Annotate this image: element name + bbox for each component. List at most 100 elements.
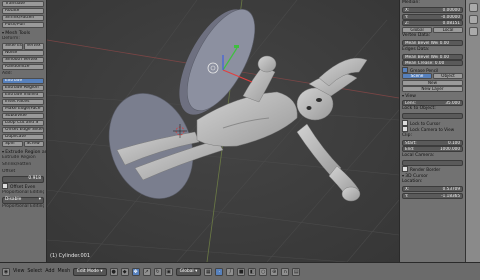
chevron-down-icon: ▾ [195,268,198,274]
operator-item-extrude-region: Extrude Region [2,155,36,161]
render-border-checkbox[interactable]: Render Border [402,166,463,172]
face-select-icon[interactable]: ■ [237,267,246,276]
cursor-x-label: X: [405,186,410,191]
scale-manipulator-icon[interactable]: ▣ [164,267,173,276]
loop-cut-button[interactable]: Loop Cut and S [2,119,44,127]
mesh-tools-header[interactable]: Mesh Tools [0,29,46,36]
noise-button[interactable]: Noise [2,50,44,57]
lens-value: 35.000 [445,99,460,105]
screw-button[interactable]: Screw [23,140,44,148]
edge-select-icon[interactable]: / [226,267,235,276]
rotate-manipulator-icon[interactable]: ↻ [153,267,162,276]
local-button[interactable]: Local [433,26,463,33]
operator-item-shrink-fatten: Shrink/Fatten [2,162,32,168]
side-strip [465,0,480,262]
pivot-icon[interactable]: ◆ [120,267,129,276]
vertex-data-header: Vertex Data: [402,33,431,38]
magnet-icon[interactable]: ∩ [281,267,290,276]
lock-to-object-label: Lock to Object: [402,106,436,111]
extrude-individual-button[interactable]: Extrude Individ [2,92,44,99]
3d-viewport[interactable]: (1) Cylinder.001 [47,0,399,262]
grease-pencil-toggle[interactable]: Grease Pencil [402,67,463,73]
location-label: Location: [402,179,423,184]
menu-add[interactable]: Add [45,269,54,274]
global-button[interactable]: Global [402,26,432,33]
vertex-bevel-weight-field[interactable]: Mean Bevel Wei 0.00 [402,40,463,46]
plus-icon[interactable] [468,3,478,12]
clip-start-field[interactable]: Start: 0.100 [402,139,463,146]
spin-button[interactable]: Spin [2,140,23,148]
subdivide-button[interactable]: Subdivide [2,112,44,120]
translate-manipulator-icon[interactable]: ↗ [142,267,151,276]
snap-icon[interactable]: ⊕ [270,267,279,276]
panel-icon[interactable] [468,27,478,36]
layers-icon[interactable]: ▦ [204,267,213,276]
lock-camera-checkbox[interactable]: Lock Camera to View [402,126,463,132]
menu-view[interactable]: View [13,269,24,274]
shrink-fatten-button[interactable]: Shrink/Fatten [2,14,44,21]
median-y-value: -0.00000 [441,13,460,19]
randomize-button[interactable]: Randomize [2,64,44,71]
edge-bevel-weight-field[interactable]: Mean Bevel Wei 0.00 [402,53,463,60]
rotate-button[interactable]: Rotate [2,7,44,14]
local-camera-label: Local Camera: [402,152,435,158]
clip-start-value: 0.100 [448,139,460,145]
offset-edge-slide-button[interactable]: Offset Edge Slide [2,126,44,134]
median-z-value: 0.08151 [442,20,460,25]
cursor-y-field[interactable]: Y: -1.18365 [402,192,463,199]
gp-scene-tab[interactable]: Scene [402,73,432,79]
translate-button[interactable]: Translate [2,0,44,7]
median-x-value: 0.00000 [442,7,460,12]
vertex-select-icon[interactable]: · [215,267,224,276]
duplicate-button[interactable]: Duplicate [2,133,44,141]
median-z-label: Z: [405,20,410,25]
extrude-region-button[interactable]: Extrude Region [2,85,44,92]
editor-type-icon[interactable]: ◉ [2,267,10,276]
operator-panel-header[interactable]: Extrude Region an [0,148,46,155]
view-header[interactable]: View [400,93,465,100]
smooth-vertex-button[interactable]: Smooth Vertex [2,57,44,64]
extrude-button[interactable]: Extrude [2,78,44,85]
shading-icon[interactable]: ● [109,267,118,276]
slide-vertex-button[interactable]: Vertex [23,43,44,50]
lens-label: Lens: [405,99,417,105]
mean-crease-field[interactable]: Mean Crease: 0.00 [402,60,463,66]
proportional-editing-label: Proportional Editing [2,190,44,196]
median-y-label: Y: [405,13,409,19]
lock-to-cursor-checkbox[interactable]: Lock to Cursor [402,120,463,126]
menu-mesh[interactable]: Mesh [58,269,71,274]
median-z-field[interactable]: Z: 0.08151 [402,20,463,26]
lens-field[interactable]: Lens: 35.000 [402,99,463,106]
median-x-label: X: [405,7,410,12]
median-y-field[interactable]: Y: -0.00000 [402,13,463,20]
gp-new-button[interactable]: New [402,79,463,86]
gp-new-layer-button[interactable]: New Layer [402,86,463,92]
offset-even-checkbox[interactable]: Offset Even [2,183,44,190]
menu-select[interactable]: Select [27,269,42,274]
proportional-icon[interactable]: ○ [259,267,268,276]
slide-edge-button[interactable]: Slide Ed [2,43,23,50]
offset-field[interactable]: 0.918 [2,176,44,183]
clip-end-field[interactable]: End: 1000.000 [402,146,463,152]
median-header: Median: [402,0,420,5]
orientation-dropdown[interactable]: Global ▾ [175,267,202,276]
local-camera-field[interactable] [402,159,463,166]
gp-object-tab[interactable]: Object [433,73,463,79]
cursor-x-field[interactable]: X: 0.53709 [402,186,463,192]
lock-object-field[interactable] [402,113,463,119]
clip-start-label: Start: [405,139,417,145]
viewport-status-text: (1) Cylinder.001 [50,253,91,259]
inset-faces-button[interactable]: Inset Faces [2,98,44,106]
deform-label: Deform: [2,36,20,42]
manipulator-icon[interactable]: ✥ [131,267,140,276]
mode-dropdown[interactable]: Edit Mode ▾ [73,267,107,276]
proportional-falloff-label: Proportional Editing F [2,204,44,210]
render-icon[interactable]: ▤ [292,267,301,276]
median-x-field[interactable]: X: 0.00000 [402,7,463,13]
cursor-y-value: -1.18365 [441,192,460,198]
make-edge-face-button[interactable]: Make Edge/Face [2,105,44,113]
xray-icon[interactable]: ◧ [248,267,257,276]
toggle-icon[interactable] [468,15,478,24]
proportional-editing-dropdown[interactable]: Disable ▾ [2,197,44,204]
push-pull-button[interactable]: Push/Pull [2,21,44,28]
